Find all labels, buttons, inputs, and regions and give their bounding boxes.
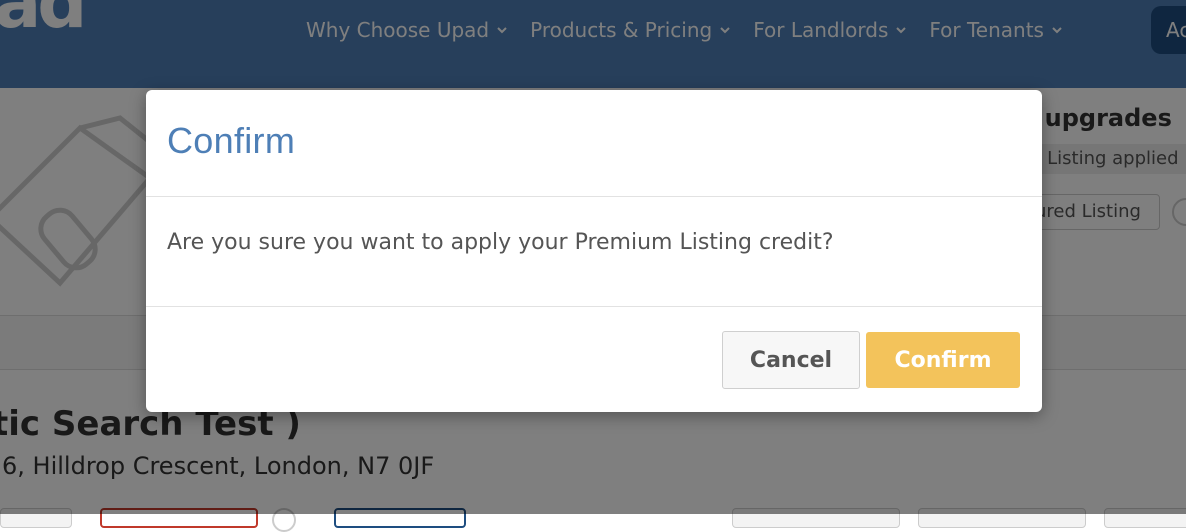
dialog-title: Confirm	[167, 120, 296, 161]
cancel-button[interactable]: Cancel	[722, 331, 860, 389]
dialog-header: Confirm	[146, 90, 1042, 197]
confirm-dialog: Confirm Are you sure you want to apply y…	[146, 90, 1042, 412]
confirm-button[interactable]: Confirm	[866, 332, 1020, 388]
dialog-message: Are you sure you want to apply your Prem…	[167, 230, 834, 255]
dialog-body: Are you sure you want to apply your Prem…	[146, 197, 1042, 307]
dialog-footer: Cancel Confirm	[146, 307, 1042, 412]
